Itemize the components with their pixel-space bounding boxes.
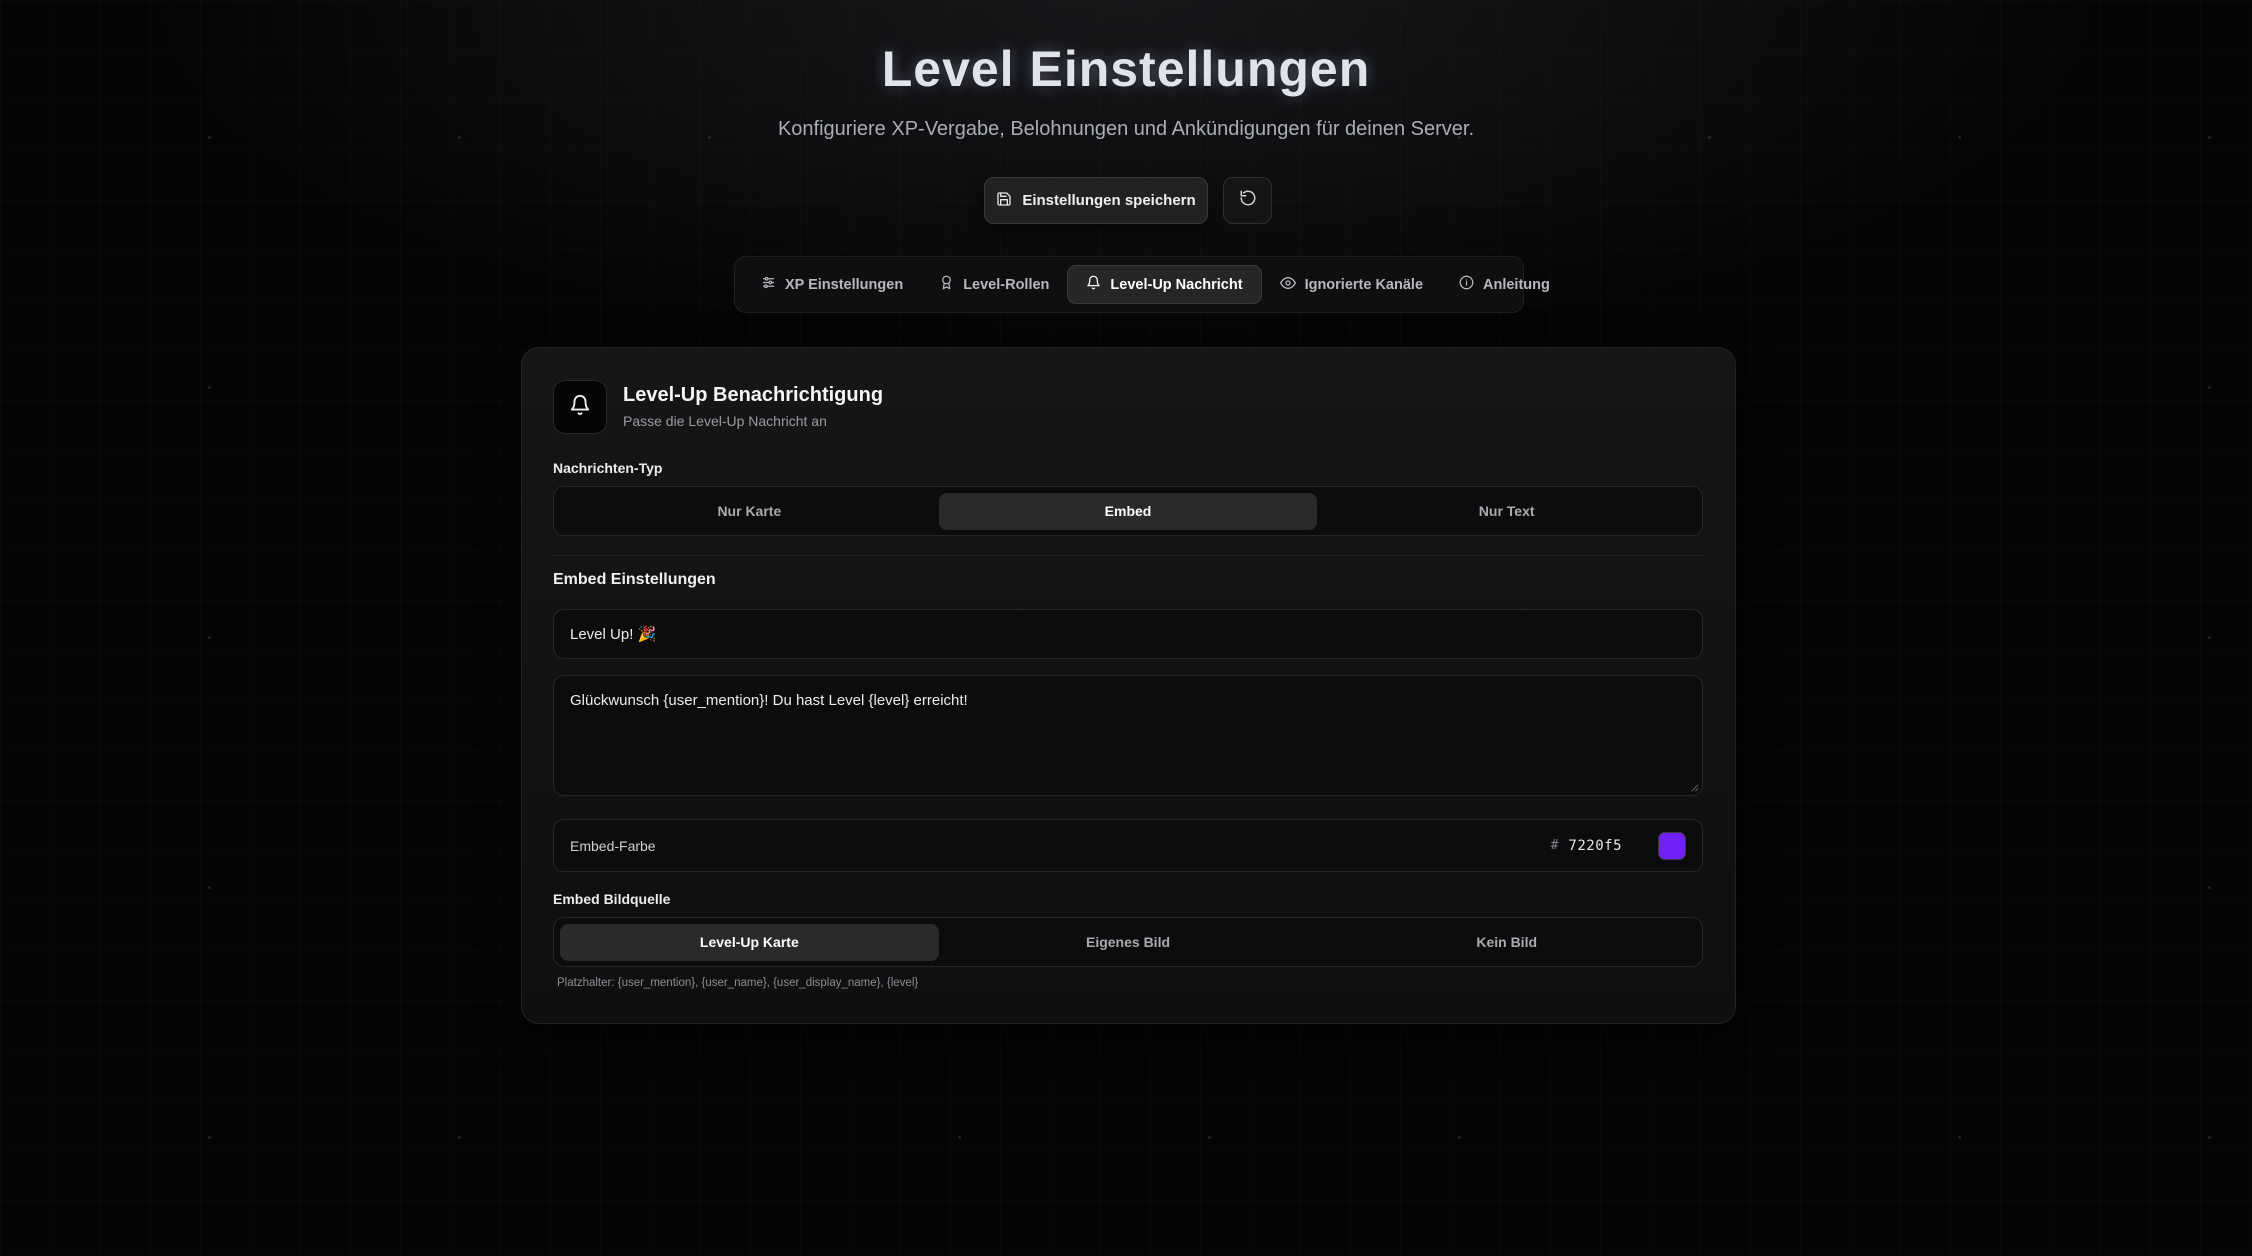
placeholder-hint: Platzhalter: {user_mention}, {user_name}… [557, 977, 919, 989]
tab-label: Level-Up Nachricht [1110, 276, 1243, 293]
background-dot [2208, 636, 2211, 639]
message-type-label: Nachrichten-Typ [553, 460, 663, 476]
background-dot [1958, 1136, 1961, 1139]
background-dot [2208, 1136, 2211, 1139]
image-source-label: Embed Bildquelle [553, 891, 671, 907]
option-eigenes-bild[interactable]: Eigenes Bild [939, 924, 1318, 961]
eye-icon [1279, 275, 1296, 295]
divider [553, 555, 1703, 556]
card-icon-box [553, 380, 607, 434]
page-subtitle: Konfiguriere XP-Vergabe, Belohnungen und… [777, 118, 1475, 140]
card-subtitle: Passe die Level-Up Nachricht an [623, 413, 827, 429]
tab-label: Level-Rollen [963, 276, 1050, 293]
tab-label: XP Einstellungen [785, 276, 904, 293]
message-type-selector: Nur Karte Embed Nur Text [553, 486, 1703, 536]
background-dot [2208, 386, 2211, 389]
embed-color-hex-input[interactable]: 7220f5 [1568, 838, 1622, 854]
tab-level-rollen[interactable]: Level-Rollen [921, 265, 1067, 304]
embed-color-label: Embed-Farbe [570, 837, 656, 854]
background-dot [458, 1136, 461, 1139]
tab-level-up-nachricht[interactable]: Level-Up Nachricht [1067, 265, 1262, 304]
embed-description-textarea[interactable]: Glückwunsch {user_mention}! Du hast Leve… [553, 675, 1703, 796]
settings-tabs: XP Einstellungen Level-Rollen Level-Up N… [734, 256, 1550, 313]
option-level-up-karte[interactable]: Level-Up Karte [560, 923, 939, 961]
sliders-icon [761, 275, 776, 294]
image-source-selector: Level-Up Karte Eigenes Bild Kein Bild [553, 917, 1703, 967]
bell-icon [1086, 275, 1101, 294]
background-dot [1208, 1136, 1211, 1139]
resize-grip-icon[interactable] [1690, 783, 1699, 792]
award-icon [939, 275, 954, 294]
embed-color-field: Embed-Farbe # 7220f5 [553, 819, 1703, 872]
background-dot [1458, 1136, 1461, 1139]
tab-ignorierte-kanaele[interactable]: Ignorierte Kanäle [1262, 265, 1441, 304]
background-dot [208, 886, 211, 889]
page-title: Level Einstellungen [881, 41, 1371, 97]
color-picker-swatch[interactable] [1658, 831, 1686, 860]
background-dot [958, 1136, 961, 1139]
option-embed[interactable]: Embed [938, 492, 1318, 530]
tab-label: Ignorierte Kanäle [1304, 276, 1424, 293]
reset-icon [1239, 189, 1257, 212]
tab-xp-einstellungen[interactable]: XP Einstellungen [743, 265, 921, 304]
option-nur-karte[interactable]: Nur Karte [560, 493, 939, 530]
bell-icon [569, 394, 591, 421]
reset-button[interactable] [1223, 177, 1272, 224]
embed-settings-title: Embed Einstellungen [553, 571, 716, 588]
background-dot [208, 386, 211, 389]
tab-label: Anleitung [1483, 276, 1550, 293]
option-kein-bild[interactable]: Kein Bild [1317, 924, 1696, 961]
option-nur-text[interactable]: Nur Text [1317, 493, 1696, 530]
save-icon [996, 191, 1012, 211]
hash-symbol: # [1550, 838, 1559, 853]
background-dot [2208, 886, 2211, 889]
background-dot [208, 636, 211, 639]
save-settings-label: Einstellungen speichern [1022, 192, 1196, 209]
card-title: Level-Up Benachrichtigung [623, 384, 884, 406]
background-dot [208, 1136, 211, 1139]
embed-description-value: Glückwunsch {user_mention}! Du hast Leve… [570, 692, 968, 709]
tab-anleitung[interactable]: Anleitung [1441, 265, 1568, 304]
info-icon [1459, 275, 1474, 294]
embed-title-input[interactable]: Level Up! 🎉 [553, 609, 1703, 659]
save-settings-button[interactable]: Einstellungen speichern [984, 177, 1208, 224]
